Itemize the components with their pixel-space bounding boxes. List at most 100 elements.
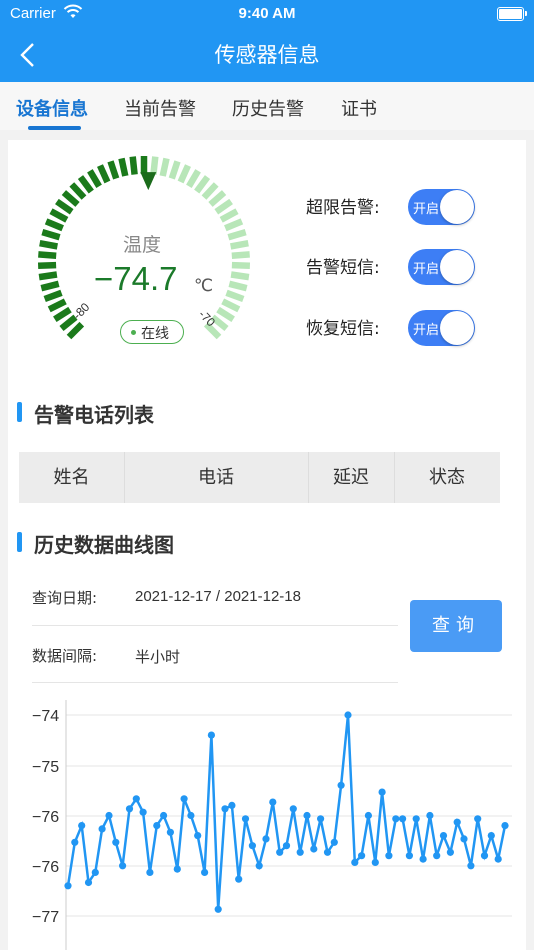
gauge-label: 温度: [123, 234, 162, 256]
col-status: 状态: [429, 467, 465, 488]
data-point: [364, 811, 372, 820]
data-point: [392, 815, 400, 823]
data-point: [330, 838, 338, 846]
gauge-tick: [69, 182, 87, 200]
data-point: [160, 811, 168, 820]
data-point: [91, 868, 99, 877]
device-info-panel: -80 -70 温度 −74.7 ℃ 在线 超限告警: 开启 告警短信: 开启 恢…: [8, 140, 526, 950]
data-point: [248, 842, 256, 850]
clock: 9:40 AM: [238, 5, 296, 22]
data-point: [269, 798, 277, 806]
data-point: [487, 832, 495, 840]
gauge-tick: [214, 198, 233, 215]
gauge-value: −74.7: [94, 260, 178, 297]
nav-bar: 传感器信息: [0, 28, 534, 82]
data-point: [399, 815, 407, 823]
query-date-label: 查询日期:: [32, 589, 98, 607]
data-point: [289, 805, 297, 813]
gauge-tick: [41, 228, 61, 241]
data-point: [98, 825, 106, 833]
data-point: [310, 845, 318, 853]
gauge-tick: [47, 298, 67, 313]
gauge-tick: [201, 182, 219, 200]
data-point: [262, 835, 270, 843]
section-marker: [17, 532, 22, 552]
y-tick-label: −74: [32, 708, 59, 725]
data-point: [139, 808, 147, 816]
data-point: [132, 795, 140, 803]
gauge-tick: [230, 271, 250, 281]
gauge-tick: [150, 156, 159, 175]
data-point: [187, 811, 195, 820]
gauge-tick: [53, 306, 72, 323]
gauge-tick: [216, 306, 235, 323]
data-point: [119, 862, 127, 870]
status-badge: 在线: [120, 320, 184, 344]
tab-device-info[interactable]: 设备信息: [16, 95, 88, 121]
data-interval-value[interactable]: 半小时: [135, 646, 180, 667]
tab-certificate[interactable]: 证书: [341, 95, 377, 121]
y-tick-label: −76: [32, 859, 59, 876]
data-point: [241, 815, 250, 823]
data-point: [201, 868, 209, 877]
tab-bar: 设备信息 当前告警 历史告警 证书: [0, 82, 534, 130]
gauge-tick: [159, 157, 170, 177]
data-point: [214, 905, 222, 913]
data-point: [501, 822, 509, 830]
divider: [32, 682, 398, 683]
data-point: [64, 882, 72, 890]
data-point: [112, 838, 120, 846]
gauge-pointer-icon: [140, 172, 157, 191]
gauge-tick: [43, 289, 63, 303]
battery-icon: [497, 7, 527, 21]
recovery-sms-toggle[interactable]: 开启: [408, 310, 475, 346]
data-point: [439, 832, 448, 840]
tab-current-alarm[interactable]: 当前告警: [124, 95, 196, 121]
tab-history-alarm[interactable]: 历史告警: [232, 95, 304, 121]
toggle-knob: [440, 250, 474, 284]
over-limit-alarm-toggle[interactable]: 开启: [408, 189, 475, 225]
alarm-sms-toggle[interactable]: 开启: [408, 249, 475, 285]
query-button[interactable]: 查询: [410, 600, 502, 652]
gauge-tick: [40, 280, 60, 292]
toggle-knob: [440, 311, 474, 345]
gauge-tick: [194, 175, 211, 194]
query-date-value[interactable]: 2021-12-17 / 2021-12-18: [135, 588, 301, 605]
gauge-tick: [39, 240, 58, 250]
data-point: [460, 835, 468, 843]
data-point: [317, 815, 325, 823]
active-tab-indicator: [28, 126, 81, 130]
data-point: [84, 878, 93, 887]
data-point: [412, 815, 420, 823]
gauge-tick: [66, 321, 85, 340]
data-point: [467, 862, 475, 870]
toggle-state: 开启: [413, 262, 440, 277]
recovery-sms-label: 恢复短信:: [306, 319, 380, 339]
data-point: [405, 852, 413, 860]
gauge-tick: [225, 289, 245, 303]
gauge-tick: [37, 261, 57, 270]
gauge-tick: [221, 298, 241, 313]
data-point: [194, 832, 202, 840]
data-point: [153, 822, 161, 830]
data-point: [358, 852, 366, 860]
phone-table-header: 姓名 电话 延迟 状态: [19, 452, 500, 503]
data-point: [125, 805, 134, 813]
online-dot-icon: [131, 330, 136, 335]
gauge-tick: [59, 314, 78, 332]
toggle-knob: [440, 190, 474, 224]
gauge-tick: [228, 280, 248, 292]
data-point: [146, 868, 154, 877]
history-chart-title: 历史数据曲线图: [34, 533, 174, 557]
gauge-tick: [219, 208, 239, 223]
gauge-tick: [55, 198, 74, 215]
col-name: 姓名: [19, 452, 125, 503]
data-point: [105, 811, 113, 820]
status-text: 在线: [141, 326, 169, 342]
gauge-tick: [44, 218, 64, 232]
series-line: [66, 714, 507, 910]
gauge-tick: [118, 157, 129, 177]
data-point: [426, 811, 434, 820]
gauge-tick: [87, 169, 102, 188]
data-point: [371, 858, 379, 867]
